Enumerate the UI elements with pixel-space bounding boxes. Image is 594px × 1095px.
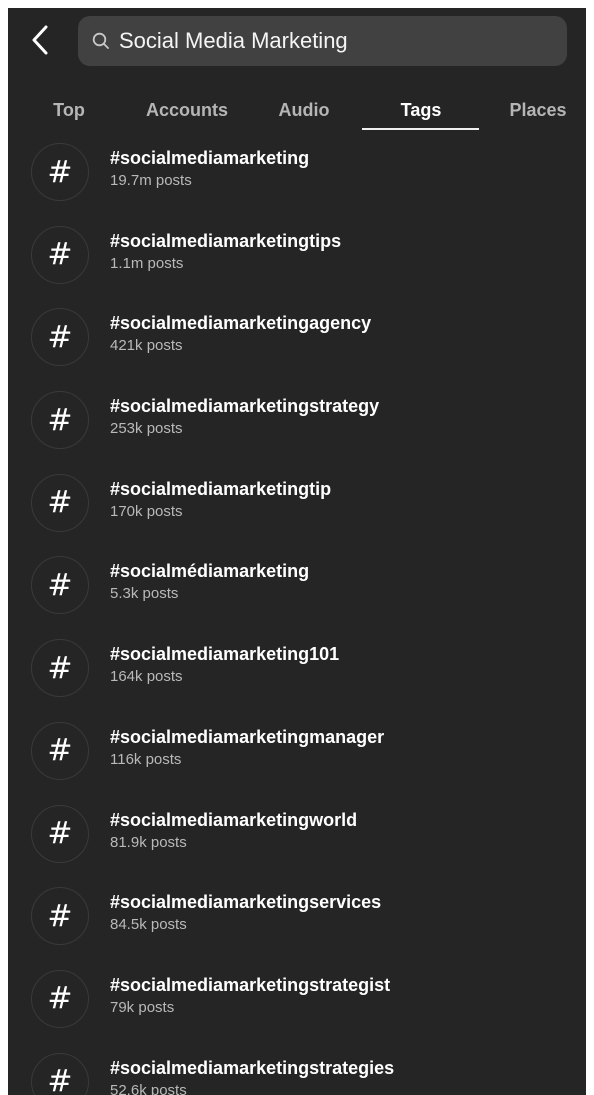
list-item[interactable]: # #socialmédiamarketing 5.3k posts bbox=[8, 545, 586, 628]
tag-name: #socialmediamarketingservices bbox=[110, 892, 382, 913]
list-item[interactable]: # #socialmediamarketingstrategies 52.6k … bbox=[8, 1042, 586, 1095]
post-count: 1.1m posts bbox=[110, 254, 184, 272]
post-count: 170k posts bbox=[110, 502, 183, 520]
hashtag-icon: # bbox=[31, 556, 89, 615]
list-item-text: #socialmediamarketingtips 1.1m posts bbox=[110, 230, 341, 274]
post-count: 79k posts bbox=[110, 998, 175, 1016]
tag-name: #socialmediamarketingagency bbox=[110, 313, 372, 334]
tag-name: #socialmediamarketingworld bbox=[110, 809, 358, 830]
post-count: 421k posts bbox=[110, 337, 183, 355]
list-item-text: #socialmediamarketingstrategist 79k post… bbox=[110, 974, 390, 1018]
tab-audio[interactable]: Audio bbox=[279, 100, 330, 121]
list-item-text: #socialmediamarketing 19.7m posts bbox=[110, 147, 309, 191]
search-input[interactable] bbox=[119, 28, 567, 54]
list-item[interactable]: # #socialmediamarketingservices 84.5k po… bbox=[8, 876, 586, 959]
list-item[interactable]: # #socialmediamarketingtip 170k posts bbox=[8, 463, 586, 546]
list-item-text: #socialmédiamarketing 5.3k posts bbox=[110, 560, 309, 604]
tag-name: #socialmediamarketing101 bbox=[110, 644, 340, 665]
list-item[interactable]: # #socialmediamarketingstrategist 79k po… bbox=[8, 959, 586, 1042]
list-item-text: #socialmediamarketingmanager 116k posts bbox=[110, 726, 384, 770]
tag-name: #socialmediamarketing bbox=[110, 148, 310, 168]
list-item-text: #socialmediamarketingtip 170k posts bbox=[110, 478, 331, 522]
active-tab-indicator bbox=[362, 128, 479, 130]
post-count: 164k posts bbox=[110, 668, 183, 686]
tab-tags[interactable]: Tags bbox=[401, 100, 442, 121]
hashtag-icon: # bbox=[31, 1052, 89, 1095]
search-header bbox=[8, 8, 586, 74]
list-item-text: #socialmediamarketingstrategies 52.6k po… bbox=[110, 1057, 394, 1095]
list-item[interactable]: # #socialmediamarketingstrategy 253k pos… bbox=[8, 380, 586, 463]
list-item-text: #socialmediamarketingservices 84.5k post… bbox=[110, 891, 381, 935]
tag-name: #socialmediamarketingstrategy bbox=[110, 396, 380, 417]
post-count: 81.9k posts bbox=[110, 833, 187, 851]
search-screen: Top Accounts Audio Tags Places # #social… bbox=[8, 8, 586, 1095]
list-item[interactable]: # #socialmediamarketing 19.7m posts bbox=[8, 132, 586, 215]
post-count: 5.3k posts bbox=[110, 585, 179, 603]
tab-bar: Top Accounts Audio Tags Places bbox=[8, 74, 586, 132]
results-list: # #socialmediamarketing 19.7m posts # #s… bbox=[8, 132, 586, 1095]
tab-accounts[interactable]: Accounts bbox=[146, 100, 228, 121]
tag-name: #socialmédiamarketing bbox=[110, 561, 310, 582]
list-item-text: #socialmediamarketingstrategy 253k posts bbox=[110, 395, 379, 439]
hashtag-icon: # bbox=[31, 887, 89, 946]
list-item-text: #socialmediamarketingworld 81.9k posts bbox=[110, 809, 357, 853]
search-bar[interactable] bbox=[78, 16, 567, 66]
post-count: 52.6k posts bbox=[110, 1081, 187, 1095]
tag-name: #socialmediamarketingtip bbox=[110, 478, 332, 499]
search-icon bbox=[91, 31, 111, 51]
post-count: 116k posts bbox=[110, 750, 182, 768]
post-count: 84.5k posts bbox=[110, 916, 187, 934]
hashtag-icon: # bbox=[31, 143, 89, 201]
back-button[interactable] bbox=[26, 22, 54, 58]
list-item[interactable]: # #socialmediamarketingtips 1.1m posts bbox=[8, 215, 586, 298]
tag-name: #socialmediamarketingstrategies bbox=[110, 1057, 395, 1078]
hashtag-icon: # bbox=[31, 721, 89, 780]
hashtag-icon: # bbox=[31, 804, 89, 863]
list-item[interactable]: # #socialmediamarketingworld 81.9k posts bbox=[8, 794, 586, 877]
list-item[interactable]: # #socialmediamarketingmanager 116k post… bbox=[8, 711, 586, 794]
list-item-text: #socialmediamarketing101 164k posts bbox=[110, 643, 339, 687]
tab-places[interactable]: Places bbox=[509, 100, 566, 121]
hashtag-icon: # bbox=[31, 639, 89, 698]
tag-name: #socialmediamarketingstrategist bbox=[110, 974, 391, 995]
hashtag-icon: # bbox=[31, 473, 89, 532]
list-item[interactable]: # #socialmediamarketingagency 421k posts bbox=[8, 297, 586, 380]
tag-name: #socialmediamarketingtips bbox=[110, 230, 342, 251]
tag-name: #socialmediamarketingmanager bbox=[110, 726, 385, 747]
hashtag-icon: # bbox=[31, 225, 89, 284]
list-item[interactable]: # #socialmediamarketing101 164k posts bbox=[8, 628, 586, 711]
hashtag-icon: # bbox=[31, 391, 89, 450]
hashtag-icon: # bbox=[31, 969, 89, 1028]
hashtag-icon: # bbox=[31, 308, 89, 367]
post-count: 253k posts bbox=[110, 420, 183, 438]
post-count: 19.7m posts bbox=[110, 172, 192, 189]
list-item-text: #socialmediamarketingagency 421k posts bbox=[110, 312, 371, 356]
tab-top[interactable]: Top bbox=[53, 100, 85, 121]
chevron-left-icon bbox=[32, 25, 48, 55]
